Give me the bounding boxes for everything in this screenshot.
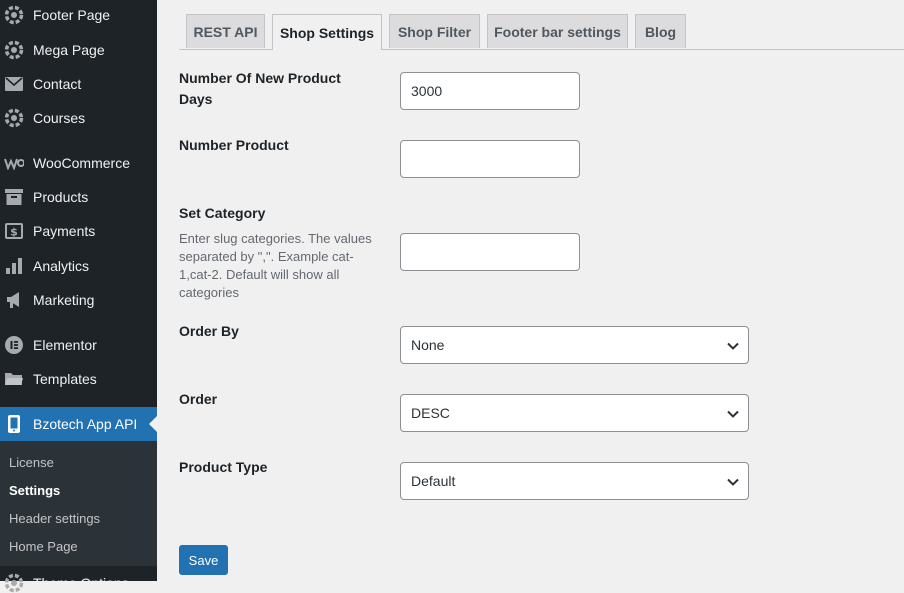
order-value: DESC bbox=[411, 405, 450, 421]
number-product-input[interactable] bbox=[400, 140, 580, 178]
chevron-down-icon bbox=[727, 478, 739, 486]
sidebar-item-label: Contact bbox=[33, 76, 82, 92]
submenu-bzotech-app-api: License Settings Header settings Home Pa… bbox=[0, 441, 157, 566]
new-product-days-label: Number Of New Product Days bbox=[179, 70, 341, 107]
order-by-label: Order By bbox=[179, 323, 239, 339]
set-category-description: Enter slug categories. The values separa… bbox=[179, 231, 372, 300]
tab-blog[interactable]: Blog bbox=[635, 14, 686, 48]
sidebar-item-templates[interactable]: Templates bbox=[0, 362, 157, 396]
sidebar-item-bzotech-app-api[interactable]: Bzotech App API bbox=[0, 407, 157, 441]
sidebar-item-footer-page[interactable]: Footer Page bbox=[0, 0, 157, 32]
set-category-input[interactable] bbox=[400, 233, 580, 271]
order-by-select[interactable]: None bbox=[400, 326, 749, 364]
gear-logo-icon bbox=[4, 40, 24, 60]
gear-logo-icon bbox=[4, 5, 24, 25]
product-type-select[interactable]: Default bbox=[400, 462, 749, 500]
gear-logo-icon bbox=[4, 573, 24, 593]
sidebar-item-marketing[interactable]: Marketing bbox=[0, 283, 157, 317]
save-button[interactable]: Save bbox=[179, 545, 228, 575]
order-select[interactable]: DESC bbox=[400, 394, 749, 432]
sidebar-item-label: Footer Page bbox=[33, 7, 111, 23]
set-category-label: Set Category bbox=[179, 205, 266, 221]
sidebar-item-label: Courses bbox=[33, 110, 86, 126]
tab-shop-settings[interactable]: Shop Settings bbox=[272, 14, 382, 50]
submenu-item-settings[interactable]: Settings bbox=[9, 483, 60, 498]
tab-rest-api[interactable]: REST API bbox=[186, 14, 265, 48]
sidebar-item-label: Elementor bbox=[33, 337, 97, 353]
sidebar-item-label: Products bbox=[33, 189, 89, 205]
sidebar-item-elementor[interactable]: Elementor bbox=[0, 328, 157, 362]
sidebar-item-label: WooCommerce bbox=[33, 155, 130, 171]
admin-sidebar: Footer Page Mega Page Contact Courses Wo… bbox=[0, 0, 157, 593]
order-label: Order bbox=[179, 391, 218, 407]
tab-shop-filter[interactable]: Shop Filter bbox=[389, 14, 480, 48]
chevron-down-icon bbox=[727, 410, 739, 418]
megaphone-icon bbox=[4, 290, 24, 310]
sidebar-item-products[interactable]: Products bbox=[0, 180, 157, 214]
woocommerce-icon bbox=[4, 153, 24, 173]
sidebar-item-label: Theme Options bbox=[33, 575, 129, 591]
sidebar-item-analytics[interactable]: Analytics bbox=[0, 249, 157, 283]
submenu-item-license[interactable]: License bbox=[9, 455, 54, 470]
sidebar-item-payments[interactable]: $ Payments bbox=[0, 214, 157, 248]
dollar-card-icon: $ bbox=[4, 221, 24, 241]
submenu-item-home-page[interactable]: Home Page bbox=[9, 539, 78, 554]
archive-icon bbox=[4, 187, 24, 207]
new-product-days-input[interactable] bbox=[400, 72, 580, 110]
order-by-value: None bbox=[411, 337, 445, 353]
settings-tabs: REST API Shop Settings Shop Filter Foote… bbox=[179, 0, 904, 50]
sidebar-item-label: Marketing bbox=[33, 292, 95, 308]
sidebar-item-mega-page[interactable]: Mega Page bbox=[0, 33, 157, 67]
number-product-label: Number Product bbox=[179, 137, 289, 153]
sidebar-item-courses[interactable]: Courses bbox=[0, 101, 157, 135]
tab-footer-bar-settings[interactable]: Footer bar settings bbox=[487, 14, 628, 48]
submenu-item-header-settings[interactable]: Header settings bbox=[9, 511, 100, 526]
product-type-label: Product Type bbox=[179, 459, 268, 475]
sidebar-item-label: Mega Page bbox=[33, 42, 105, 58]
sidebar-item-label: Templates bbox=[33, 371, 97, 387]
chevron-down-icon bbox=[727, 342, 739, 350]
sidebar-item-label: Analytics bbox=[33, 258, 90, 274]
gear-logo-icon bbox=[4, 108, 24, 128]
sidebar-item-woocommerce[interactable]: WooCommerce bbox=[0, 146, 157, 180]
phone-icon bbox=[4, 414, 24, 434]
envelope-icon bbox=[4, 74, 24, 94]
bar-chart-icon bbox=[4, 256, 24, 276]
sidebar-item-theme-options[interactable]: Theme Options bbox=[0, 566, 157, 593]
sidebar-item-contact[interactable]: Contact bbox=[0, 67, 157, 101]
elementor-icon bbox=[4, 335, 24, 355]
folder-icon bbox=[4, 369, 24, 389]
sidebar-item-label: Payments bbox=[33, 223, 96, 239]
sidebar-item-label: Bzotech App API bbox=[33, 416, 138, 432]
product-type-value: Default bbox=[411, 473, 456, 489]
svg-text:$: $ bbox=[10, 226, 18, 239]
